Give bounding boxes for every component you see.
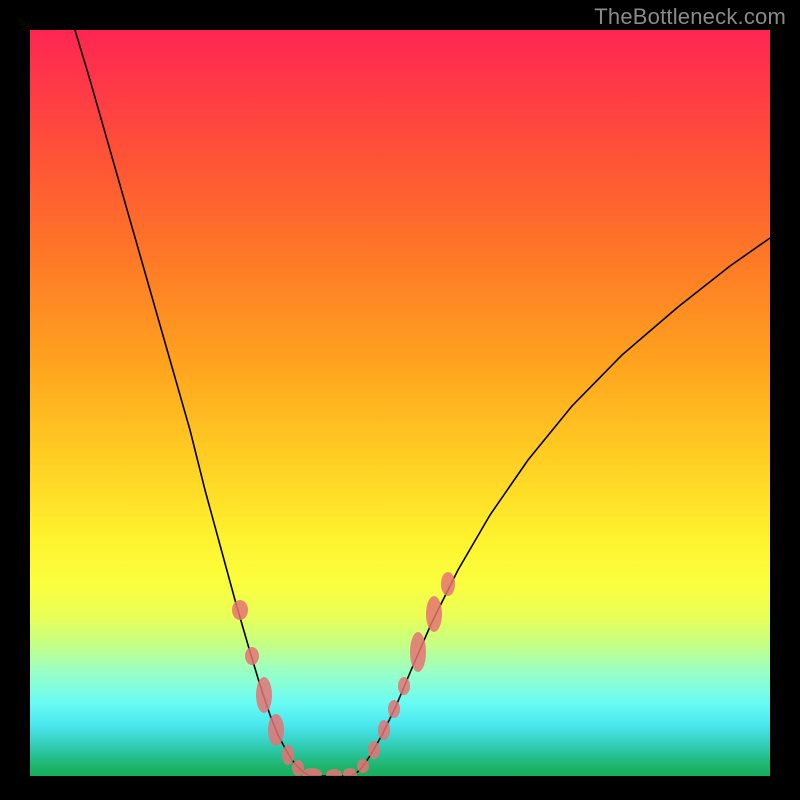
curve-marker xyxy=(410,632,426,672)
curve-marker xyxy=(398,677,410,695)
watermark-text: TheBottleneck.com xyxy=(594,4,786,30)
curve-marker xyxy=(426,596,442,632)
curve-layer xyxy=(30,30,770,776)
curve-marker xyxy=(357,759,369,773)
chart-stage: TheBottleneck.com xyxy=(0,0,800,800)
curve-marker xyxy=(368,741,380,759)
curve-marker xyxy=(388,700,400,718)
curve-marker xyxy=(326,769,342,776)
curve-marker xyxy=(232,600,248,620)
curve-marker xyxy=(282,745,294,765)
curve-marker xyxy=(441,572,455,596)
plot-area xyxy=(30,30,770,776)
curve-marker xyxy=(256,677,272,713)
curve-marker xyxy=(268,714,284,746)
curve-markers xyxy=(232,572,455,776)
curve-marker xyxy=(343,768,357,776)
curve-marker xyxy=(302,768,322,776)
curve-marker xyxy=(378,720,390,740)
curve-marker xyxy=(245,647,259,665)
